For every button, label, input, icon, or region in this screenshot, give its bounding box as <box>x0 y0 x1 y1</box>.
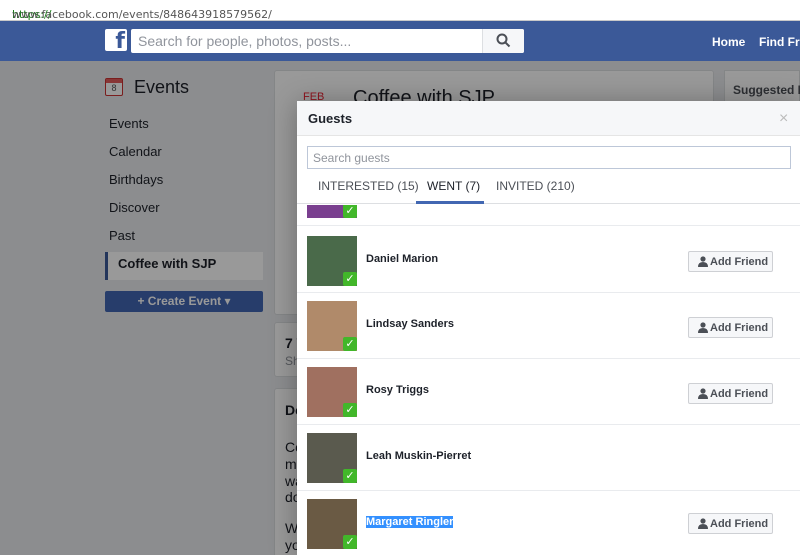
search-icon <box>496 33 511 48</box>
close-icon[interactable]: × <box>779 110 788 128</box>
add-friend-button[interactable]: Add Friend <box>688 251 773 272</box>
avatar[interactable]: ✓ <box>307 236 357 286</box>
guest-name[interactable]: Margaret Ringler <box>366 516 454 528</box>
avatar[interactable]: ✓ <box>307 301 357 351</box>
went-check-icon: ✓ <box>343 469 357 483</box>
guest-search-input[interactable]: Search guests <box>307 146 791 169</box>
guest-name[interactable]: Daniel Marion <box>366 253 438 265</box>
add-friend-button[interactable]: Add Friend <box>688 383 773 404</box>
tab-invited[interactable]: INVITED (210) <box>496 179 575 193</box>
address-bar[interactable]: https://www.facebook.com/events/84864391… <box>0 0 800 21</box>
nav-find-friends-link[interactable]: Find Frie <box>759 35 800 49</box>
guest-row: ✓ Daniel Marion Add Friend <box>297 227 800 293</box>
went-check-icon: ✓ <box>343 272 357 286</box>
avatar[interactable]: ✓ <box>307 367 357 417</box>
add-friend-icon <box>698 322 708 333</box>
avatar[interactable]: ✓ <box>307 205 357 218</box>
top-navigation-bar: f Search for people, photos, posts... Ho… <box>0 21 800 61</box>
went-check-icon: ✓ <box>343 535 357 549</box>
guest-name[interactable]: Rosy Triggs <box>366 384 429 396</box>
went-check-icon: ✓ <box>343 337 357 351</box>
nav-home-link[interactable]: Home <box>712 35 745 49</box>
guest-row: ✓ Lindsay Sanders Add Friend <box>297 293 800 359</box>
guest-name[interactable]: Leah Muskin-Pierret <box>366 450 471 462</box>
add-friend-icon <box>698 388 708 399</box>
guest-row: ✓ <box>297 205 800 226</box>
went-check-icon: ✓ <box>343 403 357 417</box>
avatar[interactable]: ✓ <box>307 433 357 483</box>
url-path: www.facebook.com/events/848643918579562/ <box>12 8 272 21</box>
search-placeholder: Search for people, photos, posts... <box>138 33 352 49</box>
active-tab-indicator <box>416 201 484 204</box>
dialog-header: Guests × <box>297 101 800 136</box>
search-button[interactable] <box>482 29 524 53</box>
dialog-title: Guests <box>308 111 353 126</box>
guest-row: ✓ Rosy Triggs Add Friend <box>297 359 800 425</box>
guest-tabs: INTERESTED (15) WENT (7) INVITED (210) <box>297 173 800 204</box>
add-friend-icon <box>698 518 708 529</box>
facebook-logo-icon[interactable]: f <box>105 29 127 54</box>
tab-interested[interactable]: INTERESTED (15) <box>318 179 419 193</box>
add-friend-icon <box>698 256 708 267</box>
guest-row: ✓ Margaret Ringler Add Friend <box>297 491 800 555</box>
went-check-icon: ✓ <box>343 205 357 218</box>
avatar[interactable]: ✓ <box>307 499 357 549</box>
add-friend-button[interactable]: Add Friend <box>688 317 773 338</box>
guests-dialog: Guests × Search guests INTERESTED (15) W… <box>297 101 800 555</box>
guest-row: ✓ Leah Muskin-Pierret <box>297 425 800 491</box>
search-input[interactable]: Search for people, photos, posts... <box>131 29 524 53</box>
guest-search-placeholder: Search guests <box>313 151 390 165</box>
add-friend-button[interactable]: Add Friend <box>688 513 773 534</box>
guest-name[interactable]: Lindsay Sanders <box>366 318 454 330</box>
guest-list: ✓ ✓ Daniel Marion Add Friend ✓ Lindsay S… <box>297 205 800 555</box>
tab-went[interactable]: WENT (7) <box>427 179 480 193</box>
